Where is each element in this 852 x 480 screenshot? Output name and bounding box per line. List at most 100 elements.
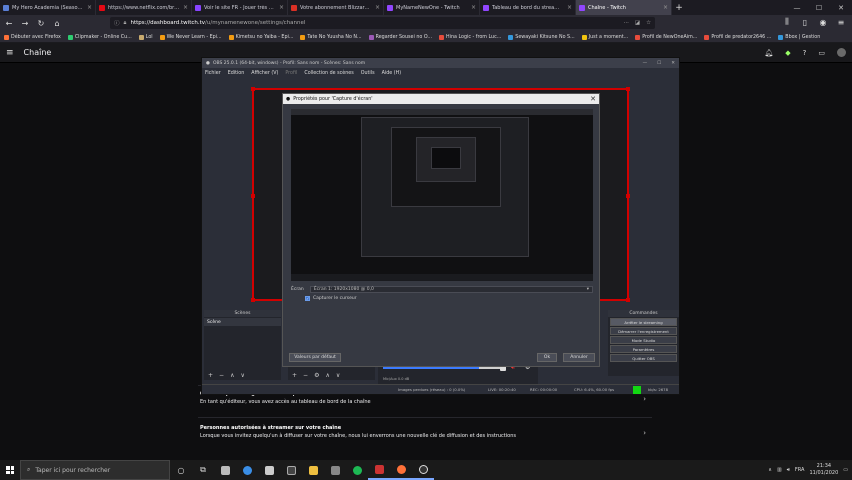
close-tab-icon[interactable]: × — [567, 4, 572, 11]
ok-button[interactable]: Ok — [537, 353, 557, 362]
store-icon[interactable] — [214, 460, 236, 480]
screen-select[interactable]: Écran 1: 1920x1080 @ 0,0 ▾ — [309, 285, 593, 293]
resize-handle[interactable] — [251, 87, 255, 91]
keyboard-language[interactable]: FRA — [795, 467, 805, 473]
app-icon[interactable] — [324, 460, 346, 480]
discord-icon[interactable] — [368, 460, 390, 480]
menu-icon[interactable]: ≡ — [836, 17, 846, 27]
close-tab-icon[interactable]: × — [183, 4, 188, 11]
close-icon[interactable]: ✕ — [590, 95, 596, 103]
add-icon[interactable]: + — [292, 372, 297, 379]
bookmark-item[interactable]: Hina Logic - from Luc... — [439, 34, 501, 40]
firefox-icon[interactable] — [390, 460, 412, 480]
move-up-icon[interactable]: ∧ — [325, 372, 329, 379]
scene-item[interactable]: Scène — [204, 318, 281, 326]
cortana-icon[interactable]: ○ — [170, 460, 192, 480]
volume-slider[interactable] — [383, 367, 503, 369]
start-button[interactable] — [0, 460, 20, 480]
avatar[interactable] — [837, 48, 846, 57]
back-icon[interactable]: ← — [4, 19, 14, 29]
obs-control-button[interactable]: Paramètres — [610, 345, 677, 353]
close-tab-icon[interactable]: × — [375, 4, 380, 11]
resize-handle[interactable] — [626, 194, 630, 198]
bits-icon[interactable]: ◆ — [785, 49, 790, 57]
bookmark-item[interactable]: Lol — [138, 34, 153, 40]
notifications-icon[interactable]: 🔔︎ — [764, 49, 773, 57]
authorized-streamers-row[interactable]: Personnes autorisées à streamer sur votr… — [200, 425, 650, 439]
notifications-icon[interactable]: ▭ — [843, 467, 848, 473]
reload-icon[interactable]: ↻ — [36, 19, 46, 29]
browser-tab[interactable]: Chaîne - Twitch × — [576, 0, 672, 15]
obs-control-button[interactable]: Arrêter le streaming — [610, 318, 677, 326]
close-tab-icon[interactable]: × — [471, 4, 476, 11]
close-tab-icon[interactable]: × — [663, 4, 668, 11]
resize-handle[interactable] — [251, 194, 255, 198]
gear-icon[interactable]: ⚙ — [314, 372, 319, 379]
obs-menu-item[interactable]: Afficher (V) — [251, 71, 278, 76]
remove-icon[interactable]: − — [303, 372, 308, 379]
bookmark-item[interactable]: Profil de NewOneAim... — [635, 34, 697, 40]
spotify-icon[interactable] — [346, 460, 368, 480]
obs-control-button[interactable]: Quitter OBS — [610, 354, 677, 362]
resize-handle[interactable] — [251, 298, 255, 302]
move-up-icon[interactable]: ∧ — [230, 372, 234, 379]
new-tab-button[interactable]: + — [672, 0, 686, 15]
obs-control-button[interactable]: Démarrer l'enregistrement — [610, 327, 677, 335]
taskbar-search[interactable]: ⌕ Taper ici pour rechercher — [20, 460, 170, 480]
minimize-icon[interactable]: — — [643, 61, 648, 66]
obs-icon[interactable] — [412, 460, 434, 480]
cancel-button[interactable]: Annuler — [563, 353, 595, 362]
obs-menu-item[interactable]: Fichier — [205, 71, 221, 76]
url-bar[interactable]: ⓘ 🔒︎ https://dashboard.twitch.tv/u/mynam… — [110, 17, 655, 29]
clock[interactable]: 21:34 11/01/2020 — [809, 463, 838, 477]
browser-tab[interactable]: MyNameNewOne - Twitch × — [384, 0, 480, 15]
move-down-icon[interactable]: ∨ — [336, 372, 340, 379]
resize-handle[interactable] — [626, 87, 630, 91]
bookmark-item[interactable]: Tate No Yuusha No N... — [300, 34, 362, 40]
browser-tab[interactable]: https://www.netflix.com/brow... × — [96, 0, 192, 15]
bookmark-item[interactable]: Kimetsu no Yaiba - Epi... — [228, 34, 293, 40]
bookmark-item[interactable]: Bbox | Gestion — [778, 34, 820, 40]
move-down-icon[interactable]: ∨ — [240, 372, 244, 379]
terminal-icon[interactable] — [280, 460, 302, 480]
show-hidden-icons[interactable]: ∧ — [768, 467, 772, 473]
bookmark-item[interactable]: Regarder Sousei no O... — [368, 34, 432, 40]
account-icon[interactable]: ◉ — [818, 17, 828, 27]
resize-handle[interactable] — [626, 298, 630, 302]
sidebar-icon[interactable]: ▯ — [800, 17, 810, 27]
obs-menu-item[interactable]: Collection de scènes — [304, 71, 353, 76]
pocket-icon[interactable]: ◪ — [635, 20, 640, 26]
obs-menu-item[interactable]: Profil — [285, 71, 297, 76]
bookmark-item[interactable]: We Never Learn - Epi... — [159, 34, 222, 40]
task-view-icon[interactable]: ⧉ — [192, 460, 214, 480]
close-icon[interactable]: ✕ — [671, 61, 675, 66]
hamburger-menu-icon[interactable]: ≡ — [6, 48, 14, 58]
capture-cursor-checkbox[interactable]: ✓ — [305, 296, 310, 301]
edge-icon[interactable] — [236, 460, 258, 480]
defaults-button[interactable]: Valeurs par défaut — [289, 353, 341, 362]
maximize-icon[interactable]: ☐ — [808, 0, 830, 15]
bookmark-item[interactable]: Just a moment... — [581, 34, 628, 40]
browser-tab[interactable]: Tableau de bord du stream - Twitch× — [480, 0, 576, 15]
volume-icon[interactable]: 🔊︎ — [787, 467, 790, 473]
bookmark-star-icon[interactable]: ☆ — [646, 20, 651, 26]
close-icon[interactable]: ✕ — [830, 0, 852, 15]
home-icon[interactable]: ⌂ — [52, 19, 62, 29]
minimize-icon[interactable]: — — [786, 0, 808, 15]
close-tab-icon[interactable]: × — [87, 4, 92, 11]
library-icon[interactable]: ⫼ — [782, 17, 792, 27]
obs-menu-item[interactable]: Edition — [228, 71, 245, 76]
bookmark-item[interactable]: Débuter avec Firefox — [4, 34, 61, 40]
bookmark-item[interactable]: Profil de predator2646 ... — [704, 34, 771, 40]
network-icon[interactable]: ▥ — [777, 467, 782, 473]
browser-tab[interactable]: My Hero Academia (Season 4)...× — [0, 0, 96, 15]
forward-icon[interactable]: → — [20, 19, 30, 29]
close-tab-icon[interactable]: × — [279, 4, 284, 11]
obs-control-button[interactable]: Mode Studio — [610, 336, 677, 344]
obs-menu-item[interactable]: Aide (H) — [382, 71, 402, 76]
whispers-icon[interactable]: ▭ — [818, 49, 825, 57]
info-icon[interactable]: ⓘ — [114, 19, 120, 27]
browser-tab[interactable]: Votre abonnement Blizzard G... × — [288, 0, 384, 15]
help-icon[interactable]: ? — [803, 49, 807, 57]
page-actions-icon[interactable]: ··· — [624, 20, 629, 26]
